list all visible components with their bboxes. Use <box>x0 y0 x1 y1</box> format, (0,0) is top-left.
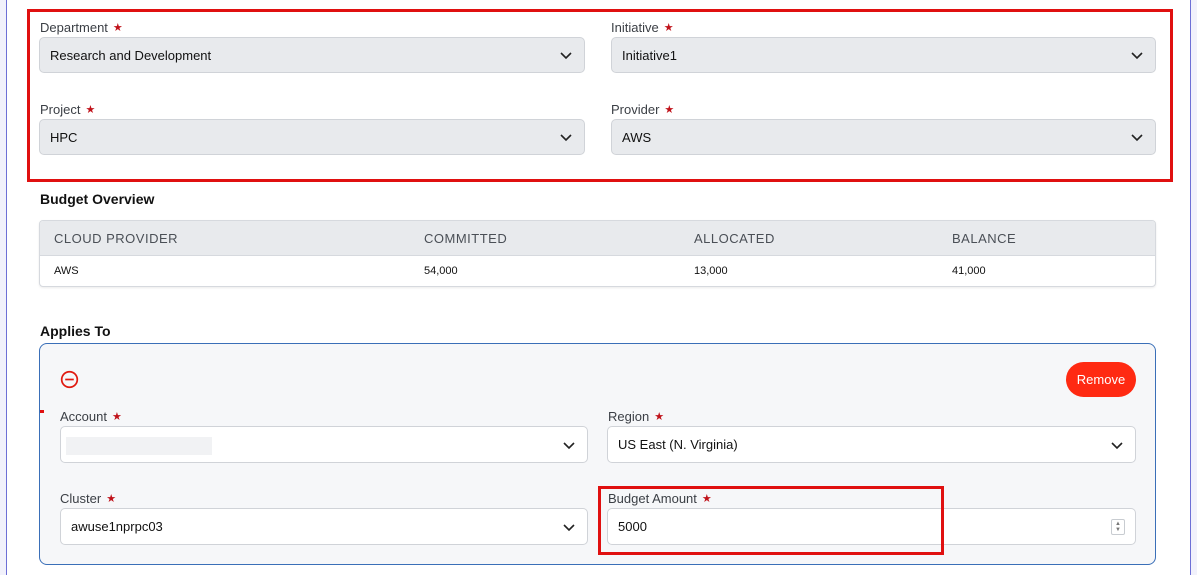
required-star-icon: ★ <box>85 104 96 116</box>
initiative-value: Initiative1 <box>622 47 677 63</box>
column-header-balance: BALANCE <box>952 231 1017 246</box>
project-value: HPC <box>50 129 78 145</box>
cluster-select[interactable]: awuse1nprpc03 <box>60 508 588 545</box>
department-label: Department ★ <box>40 20 123 35</box>
department-value: Research and Development <box>50 47 212 63</box>
budget-amount-highlight-box <box>598 486 944 555</box>
required-star-icon: ★ <box>106 493 117 505</box>
required-star-icon: ★ <box>111 411 122 423</box>
chevron-down-icon <box>1109 437 1125 453</box>
column-header-committed: COMMITTED <box>424 231 508 246</box>
project-label-text: Project <box>40 102 81 117</box>
cell-cloud-provider: AWS <box>54 265 79 277</box>
region-label: Region ★ <box>608 409 664 424</box>
required-star-icon: ★ <box>664 104 675 116</box>
account-label-text: Account <box>60 409 107 424</box>
provider-label-text: Provider <box>611 102 660 117</box>
number-spinner-icon[interactable]: ▲ ▼ <box>1111 518 1125 535</box>
chevron-down-icon <box>561 519 577 535</box>
remove-button[interactable]: Remove <box>1066 362 1136 397</box>
required-star-icon: ★ <box>663 22 674 34</box>
chevron-down-icon <box>561 437 577 453</box>
cluster-label: Cluster ★ <box>60 491 116 506</box>
provider-value: AWS <box>622 129 652 145</box>
required-star-icon: ★ <box>112 22 123 34</box>
region-select[interactable]: US East (N. Virginia) <box>607 426 1136 463</box>
region-value: US East (N. Virginia) <box>618 437 738 452</box>
chevron-down-icon <box>558 47 574 63</box>
highlight-marker <box>40 410 44 413</box>
cell-allocated: 13,000 <box>694 265 728 277</box>
required-star-icon: ★ <box>654 411 665 423</box>
applies-to-title: Applies To <box>40 323 111 339</box>
project-select[interactable]: HPC <box>39 119 585 155</box>
budget-overview-title: Budget Overview <box>40 191 155 207</box>
region-label-text: Region <box>608 409 650 424</box>
cell-committed: 54,000 <box>424 265 458 277</box>
department-label-text: Department <box>40 20 108 35</box>
column-header-cloud-provider: CLOUD PROVIDER <box>54 231 179 246</box>
chevron-down-icon <box>1129 129 1145 145</box>
provider-label: Provider ★ <box>611 102 674 117</box>
cell-balance: 41,000 <box>952 265 986 277</box>
account-label: Account ★ <box>60 409 122 424</box>
left-window-edge <box>0 0 7 575</box>
chevron-down-icon <box>1129 47 1145 63</box>
provider-select[interactable]: AWS <box>611 119 1156 155</box>
budget-overview-table: CLOUD PROVIDER COMMITTED ALLOCATED BALAN… <box>39 220 1156 287</box>
initiative-select[interactable]: Initiative1 <box>611 37 1156 73</box>
project-label: Project ★ <box>40 102 95 117</box>
filters-highlight-box <box>27 9 1173 182</box>
right-window-edge <box>1190 0 1197 575</box>
column-header-allocated: ALLOCATED <box>694 231 775 246</box>
minus-circle-icon[interactable] <box>60 370 79 389</box>
department-select[interactable]: Research and Development <box>39 37 585 73</box>
cluster-label-text: Cluster <box>60 491 102 506</box>
initiative-label-text: Initiative <box>611 20 659 35</box>
cluster-value: awuse1nprpc03 <box>71 519 163 534</box>
chevron-down-icon <box>558 129 574 145</box>
table-header: CLOUD PROVIDER COMMITTED ALLOCATED BALAN… <box>40 221 1155 256</box>
account-redacted-value <box>66 437 212 455</box>
initiative-label: Initiative ★ <box>611 20 674 35</box>
